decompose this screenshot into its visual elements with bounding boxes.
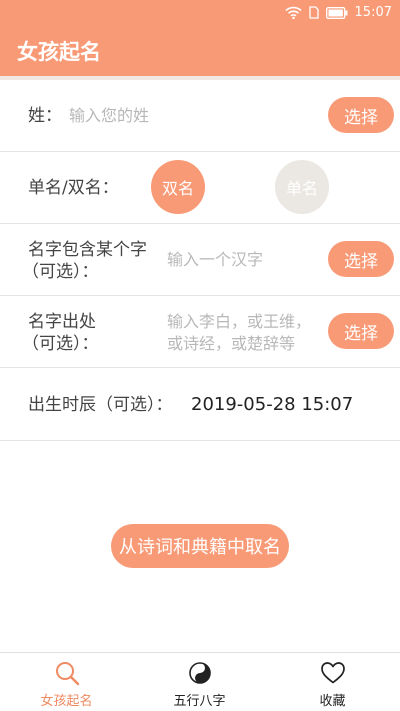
search-icon (55, 662, 79, 686)
contains-char-label-line2: （可选）： (22, 262, 99, 282)
battery-icon (325, 6, 348, 19)
yin-yang-icon (188, 662, 211, 684)
bottom-tab-bar: 女孩起名 五行八字 收藏 (0, 652, 400, 711)
source-label-line1: 名字出处 (28, 312, 96, 332)
tab-five-elements[interactable]: 五行八字 (133, 653, 266, 711)
surname-row: 姓： 输入您的姓 选择 (0, 80, 400, 152)
contains-char-input[interactable]: 输入一个汉字 (167, 249, 263, 271)
name-type-row: 单名/双名： 双名 单名 (0, 152, 400, 224)
double-name-option[interactable]: 双名 (151, 160, 205, 214)
sim-card-icon (308, 6, 319, 19)
surname-input[interactable]: 输入您的姓 (69, 105, 149, 127)
contains-char-select-button[interactable]: 选择 (328, 241, 394, 277)
app-bar: 女孩起名 (0, 26, 400, 76)
surname-label: 姓： (28, 106, 62, 126)
source-select-button[interactable]: 选择 (328, 313, 394, 349)
birth-time-label: 出生时辰（可选）： (28, 395, 173, 415)
tab-five-elements-label: 五行八字 (173, 694, 226, 709)
source-input-line2[interactable]: 或诗经，或楚辞等 (167, 333, 295, 355)
source-row: 名字出处 （可选）： 输入李白，或王维， 或诗经，或楚辞等 选择 (0, 296, 400, 368)
source-input-line1[interactable]: 输入李白，或王维， (167, 311, 311, 333)
tab-girl-naming[interactable]: 女孩起名 (0, 653, 133, 711)
status-icons: 15:07 (284, 5, 392, 20)
status-bar: 15:07 (0, 0, 400, 26)
tab-girl-naming-label: 女孩起名 (40, 694, 93, 709)
heart-icon (320, 662, 345, 684)
contains-char-label-line1: 名字包含某个字 (28, 240, 147, 260)
status-time: 15:07 (354, 5, 392, 20)
generate-name-button[interactable]: 从诗词和典籍中取名 (111, 524, 289, 568)
birth-time-value[interactable]: 2019-05-28 15:07 (191, 394, 353, 416)
name-type-label: 单名/双名： (28, 178, 119, 198)
tab-favorites[interactable]: 收藏 (266, 653, 399, 711)
surname-select-button[interactable]: 选择 (328, 97, 394, 133)
wifi-icon (284, 6, 302, 19)
single-name-option[interactable]: 单名 (275, 160, 329, 214)
contains-char-row: 名字包含某个字 （可选）： 输入一个汉字 选择 (0, 224, 400, 296)
source-label-line2: （可选）： (22, 334, 99, 354)
tab-favorites-label: 收藏 (319, 694, 346, 709)
page-title: 女孩起名 (17, 40, 101, 64)
birth-time-row[interactable]: 出生时辰（可选）： 2019-05-28 15:07 (0, 368, 400, 441)
